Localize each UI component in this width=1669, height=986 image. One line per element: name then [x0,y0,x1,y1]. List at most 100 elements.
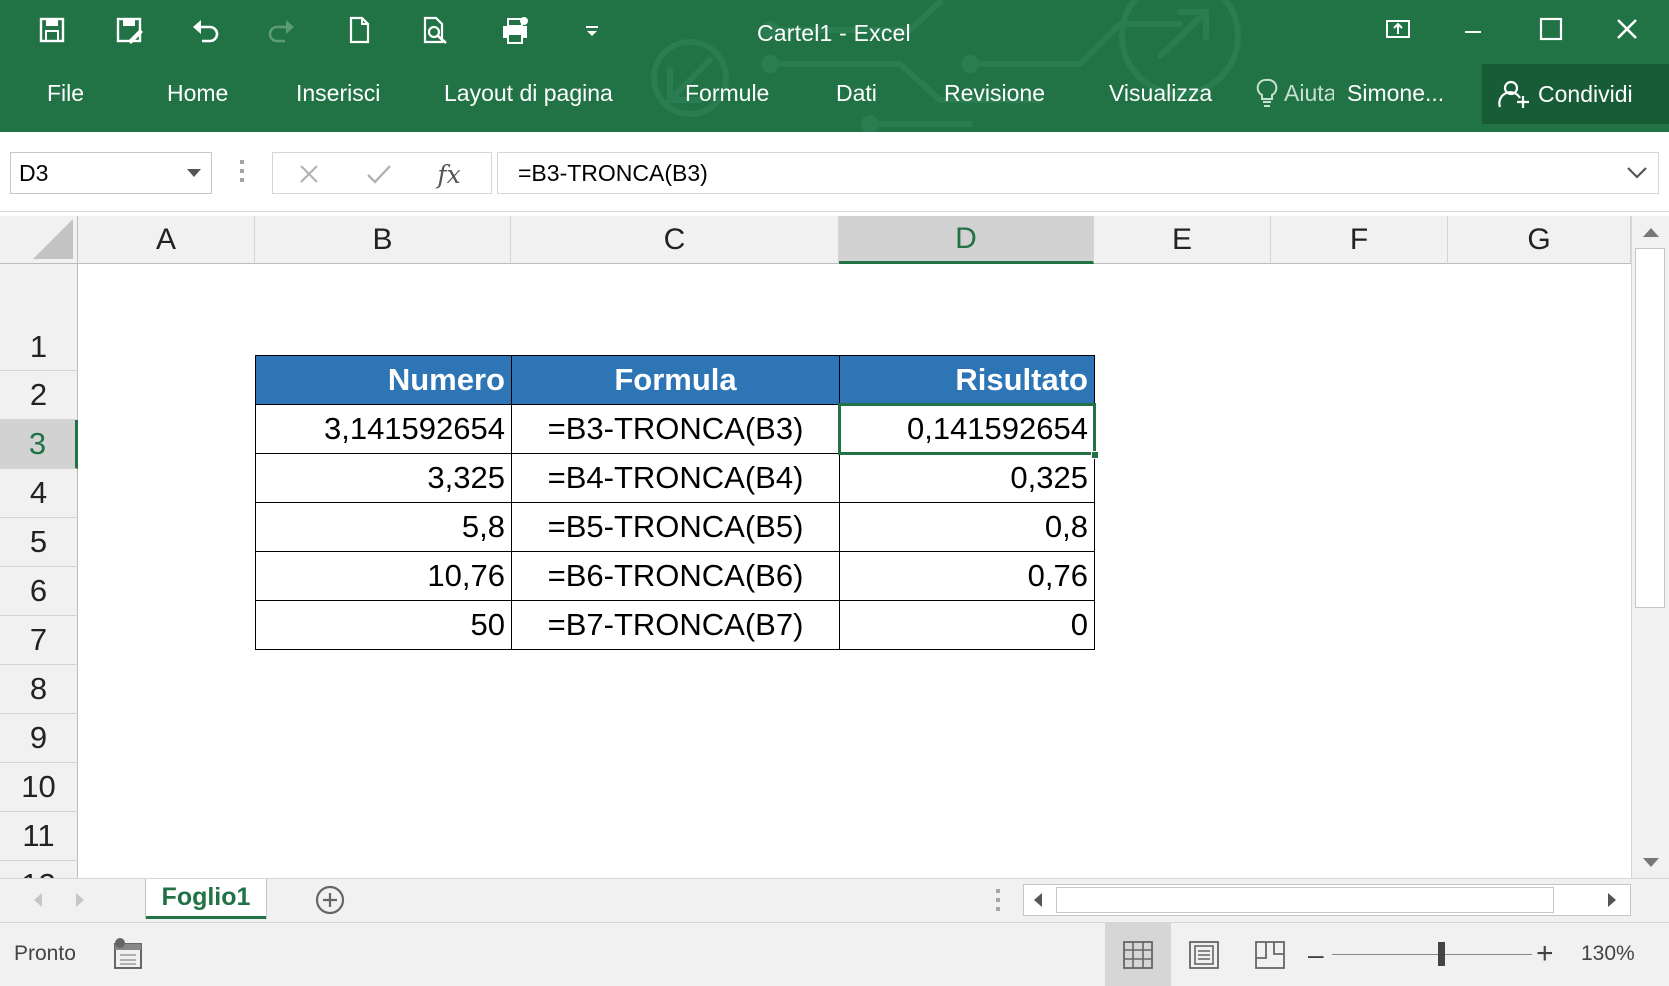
cell-c6[interactable]: =B6-TRONCA(B6) [511,551,840,601]
table-header-formula[interactable]: Formula [511,355,840,405]
row-header-2[interactable]: 2 [0,371,78,420]
tell-me-label: Aiuta [1284,79,1334,106]
next-sheet-icon[interactable] [76,893,84,907]
cell-b4[interactable]: 3,325 [255,453,512,503]
chevron-down-icon[interactable] [187,169,201,177]
close-icon[interactable] [1597,6,1657,52]
column-header-f[interactable]: F [1271,216,1448,264]
row-header-8[interactable]: 8 [0,665,78,714]
zoom-slider[interactable] [1332,954,1532,955]
confirm-entry-icon[interactable] [361,159,397,189]
column-header-d[interactable]: D [839,216,1094,264]
horizontal-scrollbar[interactable] [1023,884,1631,916]
row-header-5[interactable]: 5 [0,518,78,567]
page-break-preview-icon[interactable] [1237,923,1303,986]
tell-me-box[interactable]: Aiuta [1256,78,1334,108]
redo-icon[interactable] [260,8,304,52]
row-header-1[interactable]: 1 [0,264,78,371]
scroll-up-icon[interactable] [1643,228,1659,237]
ribbon-display-icon[interactable] [1368,6,1428,52]
tab-split-grip[interactable] [996,889,1000,916]
zoom-out-icon[interactable]: – [1308,939,1324,971]
expand-formula-bar-icon[interactable] [1626,165,1648,181]
cell-b6[interactable]: 10,76 [255,551,512,601]
vertical-scrollbar[interactable] [1631,216,1669,878]
horizontal-scroll-thumb[interactable] [1056,887,1554,913]
zoom-slider-thumb[interactable] [1438,942,1445,966]
cell-b3[interactable]: 3,141592654 [255,404,512,454]
tab-file[interactable]: File [47,80,84,107]
minimize-icon[interactable] [1443,6,1503,52]
tab-review[interactable]: Revisione [944,80,1045,107]
sheet-tabs-bar: Foglio1 [0,878,1669,922]
zoom-level[interactable]: 130% [1581,942,1635,966]
customize-qat-icon[interactable] [570,8,614,52]
cell-d5[interactable]: 0,8 [839,502,1095,552]
page-layout-view-icon[interactable] [1171,923,1237,986]
circuit-background-pattern [651,0,1241,132]
user-account[interactable]: Simone... [1347,80,1444,107]
lightbulb-icon [1256,78,1278,107]
vertical-scroll-thumb[interactable] [1635,248,1665,608]
save-icon[interactable] [30,8,74,52]
add-sheet-icon[interactable] [314,884,346,916]
formula-bar-resize-grip[interactable] [240,160,244,186]
previous-sheet-icon[interactable] [34,893,42,907]
cell-d6[interactable]: 0,76 [839,551,1095,601]
save-as-icon[interactable] [107,8,151,52]
column-header-g[interactable]: G [1448,216,1631,264]
column-header-b[interactable]: B [255,216,511,264]
tab-formulas[interactable]: Formule [685,80,769,107]
select-all-button[interactable] [0,216,78,264]
row-header-10[interactable]: 10 [0,763,78,812]
scroll-down-icon[interactable] [1643,858,1659,867]
share-label: Condividi [1538,80,1633,107]
fill-handle[interactable] [1091,451,1099,459]
share-button[interactable]: Condividi [1482,64,1669,124]
row-header-12[interactable]: 12 [0,861,78,878]
row-header-3[interactable]: 3 [0,420,78,469]
tab-data[interactable]: Dati [836,80,877,107]
sheet-tab-foglio1[interactable]: Foglio1 [146,879,266,919]
cell-c4[interactable]: =B4-TRONCA(B4) [511,453,840,503]
cell-c7[interactable]: =B7-TRONCA(B7) [511,600,840,650]
row-header-9[interactable]: 9 [0,714,78,763]
name-box[interactable]: D3 [10,152,212,194]
scroll-left-icon[interactable] [1034,893,1042,907]
table-header-numero[interactable]: Numero [255,355,512,405]
tab-view[interactable]: Visualizza [1109,80,1212,107]
formula-bar: D3 fx =B3-TRONCA(B3) [0,132,1669,212]
undo-icon[interactable] [183,8,227,52]
formula-input[interactable]: =B3-TRONCA(B3) [497,152,1659,194]
row-header-11[interactable]: 11 [0,812,78,861]
maximize-icon[interactable] [1521,6,1581,52]
cell-b7[interactable]: 50 [255,600,512,650]
normal-view-icon[interactable] [1105,923,1171,986]
table-header-risultato[interactable]: Risultato [839,355,1095,405]
row-header-6[interactable]: 6 [0,567,78,616]
print-preview-icon[interactable] [413,8,457,52]
quick-print-icon[interactable] [493,8,537,52]
row-header-4[interactable]: 4 [0,469,78,518]
column-header-e[interactable]: E [1094,216,1271,264]
cell-d3[interactable]: 0,141592654 [839,404,1095,454]
formula-value: =B3-TRONCA(B3) [518,160,708,186]
cell-c5[interactable]: =B5-TRONCA(B5) [511,502,840,552]
tab-insert[interactable]: Inserisci [296,80,380,107]
cell-c3[interactable]: =B3-TRONCA(B3) [511,404,840,454]
cell-d4[interactable]: 0,325 [839,453,1095,503]
worksheet-grid[interactable]: A B C D E F G 1 2 3 4 5 6 7 8 9 10 11 12… [0,216,1631,878]
cancel-entry-icon[interactable] [291,159,327,189]
row-header-7[interactable]: 7 [0,616,78,665]
tab-page-layout[interactable]: Layout di pagina [444,80,613,107]
insert-function-icon[interactable]: fx [431,159,467,189]
new-document-icon[interactable] [337,8,381,52]
scroll-right-icon[interactable] [1608,893,1616,907]
column-header-a[interactable]: A [78,216,255,264]
tab-home[interactable]: Home [167,80,228,107]
cell-d7[interactable]: 0 [839,600,1095,650]
zoom-in-icon[interactable]: + [1536,937,1554,971]
cell-b5[interactable]: 5,8 [255,502,512,552]
column-header-c[interactable]: C [511,216,839,264]
macro-recording-icon[interactable] [112,937,144,971]
